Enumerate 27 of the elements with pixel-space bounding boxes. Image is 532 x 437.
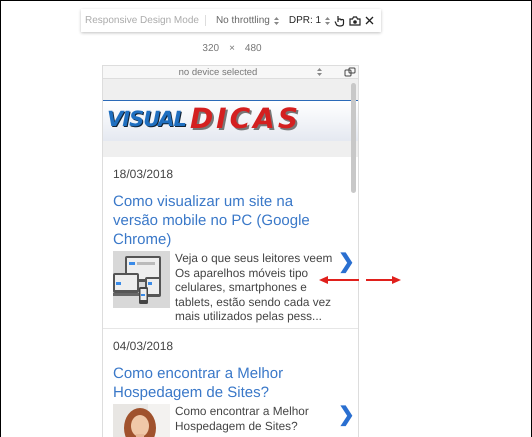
- post-title-link[interactable]: Como visualizar um site na versão mobile no PC (Google Chrome): [113, 192, 350, 249]
- camera-icon[interactable]: [349, 16, 362, 26]
- width-value[interactable]: 320: [202, 43, 220, 54]
- chevron-link[interactable]: ❯: [338, 404, 350, 426]
- throttling-dropdown[interactable]: No throttling: [216, 15, 270, 26]
- mode-label: Responsive Design Mode: [85, 15, 206, 26]
- updown-icon: [325, 16, 330, 24]
- height-value[interactable]: 480: [244, 43, 262, 54]
- excerpt-text: Veja o que seus leitores veem: [175, 251, 334, 266]
- rotate-icon[interactable]: [344, 67, 356, 77]
- excerpt-text: Os aparelhos móveis tipo celulares, smartphones e tablets, estão sendo cada vez mais utilizados pelas pess...: [175, 266, 332, 324]
- post-date: 04/03/2018: [113, 338, 174, 353]
- site-logo[interactable]: VISUAL DICAS: [103, 100, 358, 140]
- post-title-link[interactable]: Como encontrar a Melhor Hospedagem de Sites?: [113, 364, 350, 402]
- chevron-link[interactable]: ❯: [338, 251, 350, 273]
- post-date: 18/03/2018: [113, 167, 174, 181]
- excerpt-text: Como encontrar a Melhor Hospedagem de Sites?: [175, 404, 310, 434]
- touch-icon[interactable]: [334, 14, 346, 26]
- devices-illustration: [113, 251, 170, 308]
- close-icon[interactable]: [365, 16, 374, 25]
- dpr-dropdown[interactable]: DPR: 1: [288, 15, 322, 26]
- updown-icon: [317, 68, 322, 76]
- scrollbar[interactable]: [351, 83, 356, 193]
- device-dropdown[interactable]: no device selected: [178, 66, 258, 78]
- times-sign: ×: [229, 43, 235, 54]
- updown-icon: [274, 16, 279, 24]
- resize-arrows-icon: [319, 275, 401, 285]
